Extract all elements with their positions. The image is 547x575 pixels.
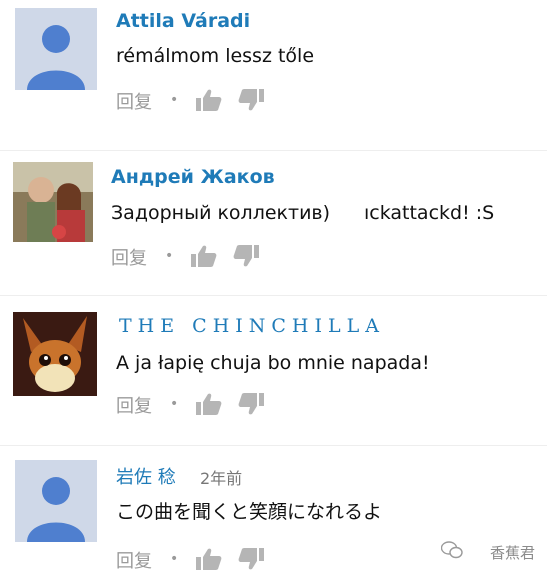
comment-author[interactable]: Attila Váradi xyxy=(116,10,250,32)
photo-avatar-icon xyxy=(13,162,93,242)
comment-item: THE CHINCHILLA A ja łapię chuja bo mnie … xyxy=(0,295,547,445)
thumbs-up-icon[interactable] xyxy=(196,88,222,116)
thumbs-down-icon[interactable] xyxy=(238,392,264,420)
avatar[interactable] xyxy=(13,162,93,242)
overlapping-text-fragment: ıckattackd! :S xyxy=(360,202,495,224)
avatar[interactable] xyxy=(15,460,97,542)
separator-dot: • xyxy=(170,92,179,108)
thumbs-down-icon[interactable] xyxy=(238,88,264,116)
comment-author[interactable]: THE CHINCHILLA xyxy=(119,315,385,337)
separator-dot: • xyxy=(165,248,174,264)
comment-age: 2年前 xyxy=(200,469,243,488)
separator-dot: • xyxy=(170,396,179,412)
default-avatar-icon xyxy=(15,8,97,90)
reply-button[interactable]: 回复 xyxy=(116,88,152,114)
comment-item: Андрей Жаков Задорный коллектив) ıckatta… xyxy=(0,150,547,295)
thumbs-down-icon[interactable] xyxy=(233,244,259,272)
comment-text: rémálmom lessz tőle xyxy=(116,45,315,67)
thumbs-up-icon[interactable] xyxy=(196,547,222,575)
wechat-logo-icon xyxy=(440,541,463,563)
thumbs-up-icon[interactable] xyxy=(191,244,217,272)
default-avatar-icon xyxy=(15,460,97,542)
reply-button[interactable]: 回复 xyxy=(111,244,147,270)
comment-author[interactable]: 岩佐 稔 xyxy=(116,463,176,489)
comment-text: A ja łapię chuja bo mnie napada! xyxy=(116,352,430,374)
cartoon-fox-avatar-icon xyxy=(13,312,97,396)
reply-button[interactable]: 回复 xyxy=(116,547,152,573)
watermark-label: 香蕉君 xyxy=(489,544,535,562)
comment-item: Attila Váradi rémálmom lessz tőle 回复 • xyxy=(0,0,547,150)
comment-author[interactable]: Андрей Жаков xyxy=(111,166,275,188)
thumbs-up-icon[interactable] xyxy=(196,392,222,420)
separator-dot: • xyxy=(170,551,179,567)
comment-item: 岩佐 稔 2年前 この曲を聞くと笑顔になれるよ 回复 • xyxy=(0,445,547,575)
thumbs-down-icon[interactable] xyxy=(238,547,264,575)
comment-text: Задорный коллектив) xyxy=(111,202,331,224)
avatar[interactable] xyxy=(13,312,97,396)
reply-button[interactable]: 回复 xyxy=(116,392,152,418)
avatar[interactable] xyxy=(15,8,97,90)
comment-text: この曲を聞くと笑顔になれるよ xyxy=(116,501,383,523)
